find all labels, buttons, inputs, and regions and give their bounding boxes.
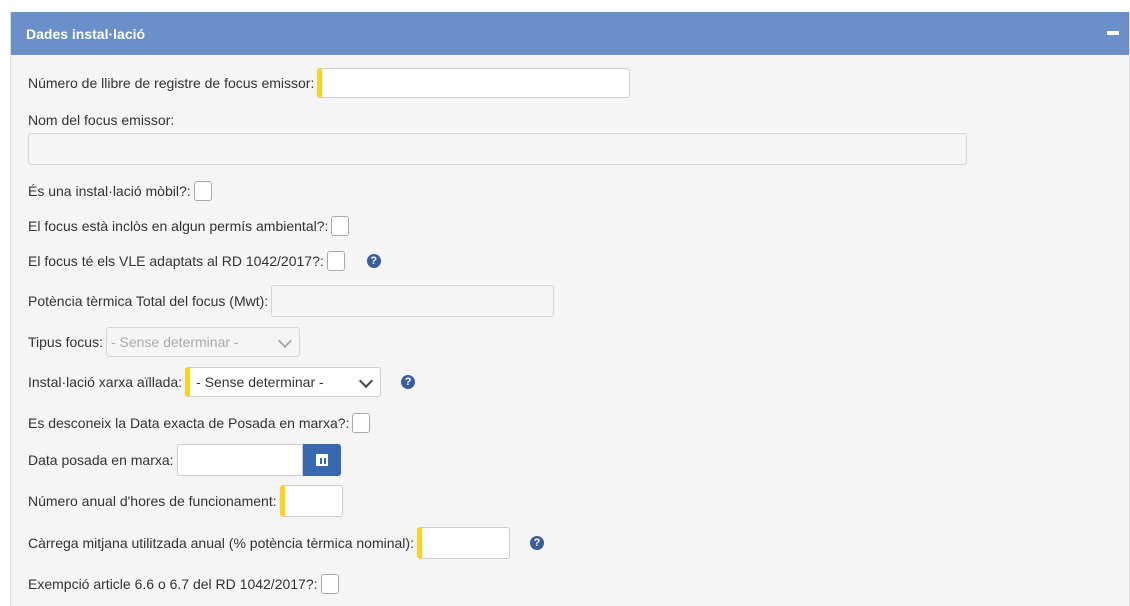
llibre-registre-input[interactable] <box>317 68 631 98</box>
row-potencia-termica: Potència tèrmica Total del focus (Mwt): <box>28 284 555 318</box>
carrega-mitjana-label: Càrrega mitjana utilitzada anual (% potè… <box>28 535 414 551</box>
installacio-mobil-label: És una instal·lació mòbil?: <box>28 183 191 199</box>
help-icon[interactable]: ? <box>366 254 381 268</box>
collapse-icon[interactable] <box>1107 31 1119 35</box>
llibre-registre-label: Número de llibre de registre de focus em… <box>28 75 315 91</box>
help-icon[interactable]: ? <box>529 536 544 550</box>
row-llibre-registre: Número de llibre de registre de focus em… <box>28 66 631 100</box>
data-posada-input[interactable] <box>176 444 303 476</box>
carrega-mitjana-input[interactable] <box>416 527 510 559</box>
row-exempcio: Exempció article 6.6 o 6.7 del RD 1042/2… <box>28 567 339 601</box>
permis-ambiental-label: El focus està inclòs en algun permís amb… <box>28 218 329 234</box>
data-desconeguda-checkbox[interactable] <box>352 413 371 433</box>
tipus-focus-select[interactable]: - Sense determinar - <box>105 327 300 357</box>
row-hores-funcionament: Número anual d'hores de funcionament: <box>28 484 343 518</box>
panel-title: Dades instal·lació <box>26 26 146 42</box>
permis-ambiental-checkbox[interactable] <box>331 216 350 236</box>
potencia-termica-label: Potència tèrmica Total del focus (Mwt): <box>28 293 269 309</box>
vle-adaptats-checkbox[interactable] <box>326 251 345 271</box>
row-carrega-mitjana: Càrrega mitjana utilitzada anual (% potè… <box>28 526 544 560</box>
exempcio-label: Exempció article 6.6 o 6.7 del RD 1042/2… <box>28 576 318 592</box>
calendar-button[interactable] <box>302 444 341 476</box>
chevron-down-icon <box>277 333 293 349</box>
row-data-desconeguda: Es desconeix la Data exacta de Posada en… <box>28 406 371 440</box>
panel-header[interactable]: Dades instal·lació <box>11 12 1129 55</box>
potencia-termica-input[interactable] <box>271 285 555 317</box>
data-posada-label: Data posada en marxa: <box>28 452 174 468</box>
chevron-down-icon <box>359 373 374 389</box>
xarxa-aillada-value: - Sense determinar - <box>196 374 324 390</box>
calendar-icon <box>315 454 328 466</box>
tipus-focus-value: - Sense determinar - <box>110 334 239 350</box>
data-desconeguda-label: Es desconeix la Data exacta de Posada en… <box>28 415 350 431</box>
hores-funcionament-label: Número anual d'hores de funcionament: <box>28 493 277 509</box>
installacio-mobil-checkbox[interactable] <box>193 181 212 201</box>
row-data-posada: Data posada en marxa: <box>28 443 341 477</box>
row-permis-ambiental: El focus està inclòs en algun permís amb… <box>28 209 350 243</box>
row-installacio-mobil: És una instal·lació mòbil?: <box>28 174 212 208</box>
xarxa-aillada-select[interactable]: - Sense determinar - <box>185 367 382 397</box>
help-icon[interactable]: ? <box>401 375 416 389</box>
installation-panel: Dades instal·lació Número de llibre de r… <box>10 12 1130 606</box>
tipus-focus-label: Tipus focus: <box>28 334 103 350</box>
row-tipus-focus: Tipus focus: - Sense determinar - <box>28 325 300 359</box>
row-nom-focus-label: Nom del focus emissor: <box>28 109 174 131</box>
row-xarxa-aillada: Instal·lació xarxa aïllada: - Sense dete… <box>28 365 416 399</box>
xarxa-aillada-label: Instal·lació xarxa aïllada: <box>28 374 183 390</box>
row-vle-adaptats: El focus té els VLE adaptats al RD 1042/… <box>28 244 381 278</box>
vle-adaptats-label: El focus té els VLE adaptats al RD 1042/… <box>28 253 324 269</box>
exempcio-checkbox[interactable] <box>320 574 339 594</box>
hores-funcionament-input[interactable] <box>279 485 343 517</box>
nom-focus-input[interactable] <box>28 133 967 165</box>
row-nom-focus-input <box>28 132 967 166</box>
nom-focus-label: Nom del focus emissor: <box>28 112 175 128</box>
